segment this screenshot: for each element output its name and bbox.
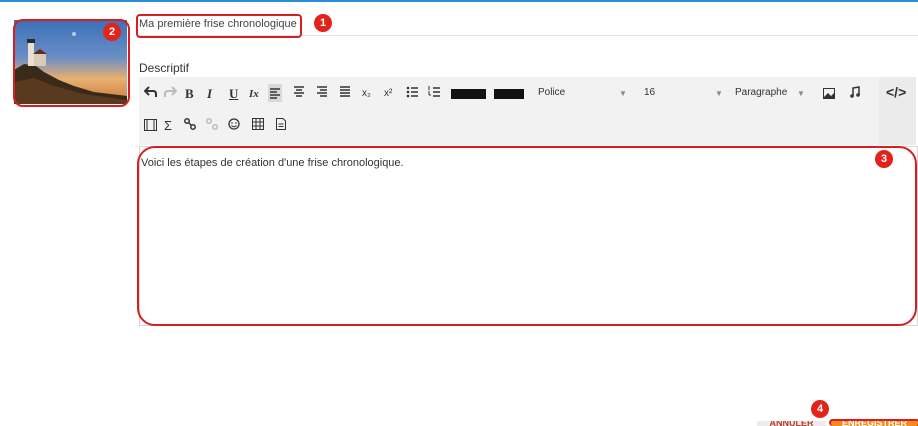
numbered-list-icon[interactable] bbox=[428, 85, 441, 103]
text-color-button[interactable] bbox=[451, 89, 486, 99]
align-right-icon[interactable] bbox=[316, 85, 328, 103]
cancel-label[interactable]: ANNULER bbox=[757, 421, 826, 426]
format-caret-icon[interactable]: ▼ bbox=[797, 89, 805, 98]
background-color-button[interactable] bbox=[494, 89, 524, 99]
subscript-button[interactable]: x₂ bbox=[362, 86, 371, 102]
redo-icon[interactable] bbox=[164, 86, 178, 102]
bullet-list-icon[interactable] bbox=[406, 85, 419, 103]
marker-outline-3 bbox=[137, 146, 917, 326]
marker-outline-1 bbox=[136, 14, 302, 38]
font-size-select[interactable]: 16 bbox=[644, 87, 655, 98]
link-icon[interactable] bbox=[184, 118, 196, 134]
font-caret-icon[interactable]: ▼ bbox=[619, 89, 627, 98]
video-icon[interactable] bbox=[144, 119, 157, 135]
font-size-caret-icon[interactable]: ▼ bbox=[715, 89, 723, 98]
clear-format-button[interactable]: Ix bbox=[249, 86, 259, 102]
marker-outline-4 bbox=[829, 419, 918, 426]
unlink-icon[interactable] bbox=[206, 118, 218, 134]
sigma-button[interactable]: Σ bbox=[164, 118, 172, 134]
font-select[interactable]: Police bbox=[538, 87, 565, 98]
marker-badge-3: 3 bbox=[875, 150, 893, 168]
emoji-icon[interactable] bbox=[228, 118, 240, 134]
align-center-icon[interactable] bbox=[293, 85, 305, 103]
table-icon[interactable] bbox=[252, 118, 264, 134]
source-code-button[interactable]: </> bbox=[886, 84, 906, 100]
superscript-button[interactable]: x² bbox=[384, 86, 392, 102]
description-label: Descriptif bbox=[139, 61, 190, 75]
marker-badge-4: 4 bbox=[811, 400, 829, 418]
format-select[interactable]: Paragraphe bbox=[735, 87, 787, 98]
marker-badge-2: 2 bbox=[103, 23, 121, 41]
align-left-icon[interactable] bbox=[268, 84, 282, 102]
underline-button[interactable]: U bbox=[229, 86, 238, 102]
undo-icon[interactable] bbox=[143, 86, 157, 102]
music-icon[interactable] bbox=[850, 86, 860, 103]
image-icon[interactable] bbox=[823, 87, 835, 103]
document-icon[interactable] bbox=[276, 118, 286, 134]
bold-button[interactable]: B bbox=[185, 86, 194, 102]
align-justify-icon[interactable] bbox=[339, 85, 351, 103]
marker-badge-1: 1 bbox=[314, 14, 332, 32]
top-accent-line bbox=[0, 0, 918, 2]
italic-button[interactable]: I bbox=[207, 86, 212, 102]
